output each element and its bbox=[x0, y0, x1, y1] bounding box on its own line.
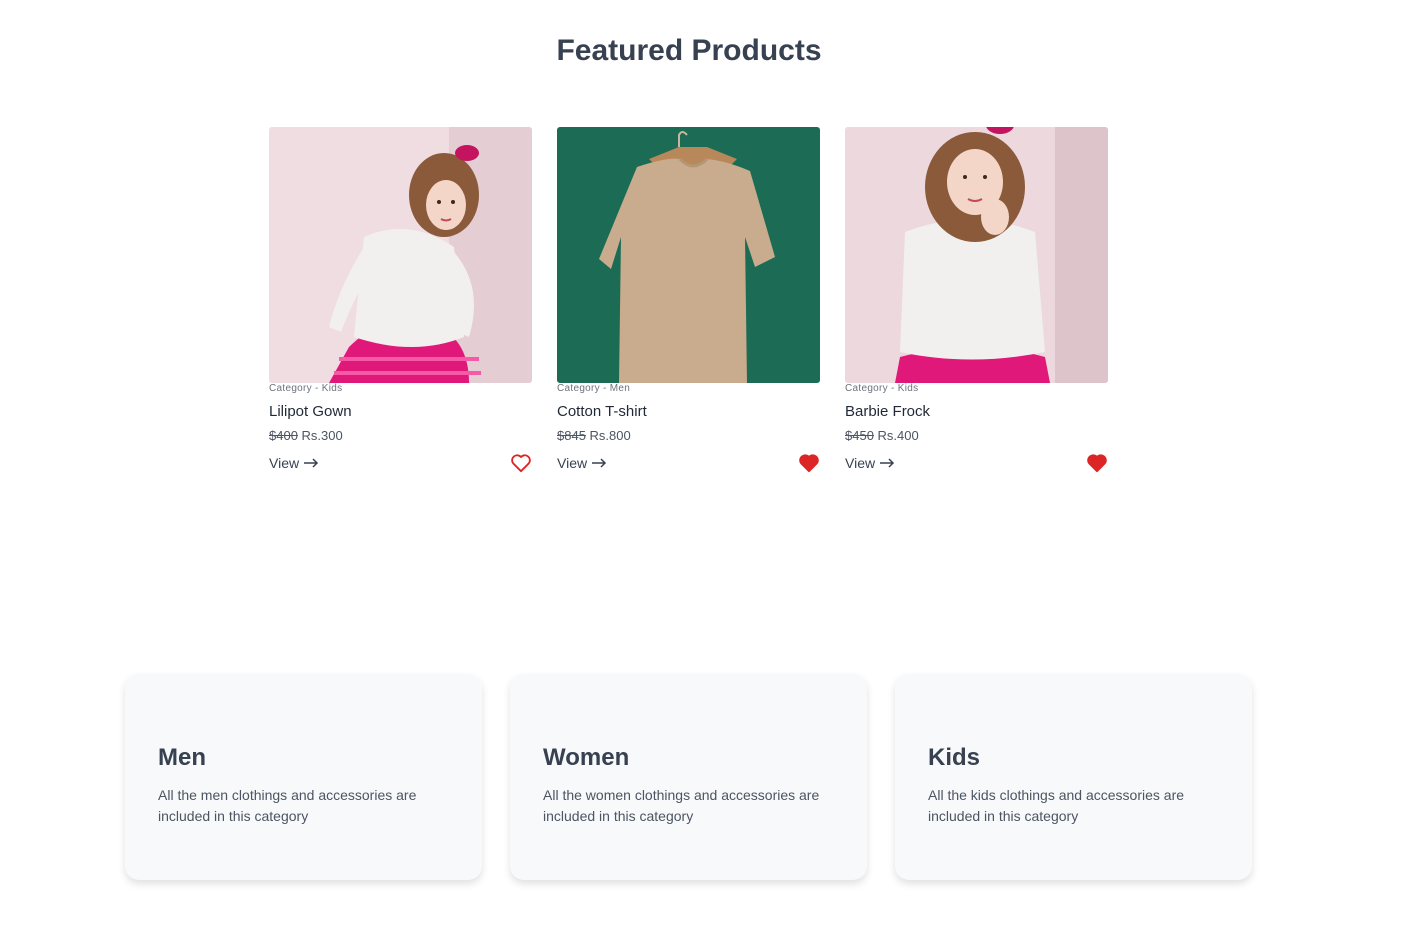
product-price: $845 Rs.800 bbox=[557, 428, 820, 444]
arrow-right-icon bbox=[592, 458, 607, 468]
product-price: $400 Rs.300 bbox=[269, 428, 532, 444]
original-price: $845 bbox=[557, 428, 586, 443]
product-price: $450 Rs.400 bbox=[845, 428, 1108, 444]
view-label: View bbox=[557, 455, 588, 471]
category-card-kids[interactable]: Kids All the kids clothings and accessor… bbox=[895, 674, 1252, 880]
category-description: All the men clothings and accessories ar… bbox=[158, 787, 417, 824]
product-category: Category - Kids bbox=[845, 383, 919, 394]
category-description: All the kids clothings and accessories a… bbox=[928, 787, 1185, 824]
product-actions: View bbox=[269, 453, 532, 473]
category-description: All the women clothings and accessories … bbox=[543, 787, 820, 824]
view-label: View bbox=[269, 455, 300, 471]
product-card: Category - Men Cotton T-shirt $845 Rs.80… bbox=[557, 127, 820, 473]
heart-outline-icon[interactable] bbox=[510, 453, 532, 473]
product-image-barbie-frock[interactable] bbox=[845, 127, 1108, 383]
category-card-women[interactable]: Women All the women clothings and access… bbox=[510, 674, 867, 880]
product-actions: View bbox=[845, 453, 1108, 473]
view-label: View bbox=[845, 455, 876, 471]
arrow-right-icon bbox=[880, 458, 895, 468]
product-card: Category - Kids Barbie Frock $450 Rs.400… bbox=[845, 127, 1108, 473]
view-link[interactable]: View bbox=[269, 455, 319, 471]
heart-filled-icon[interactable] bbox=[1086, 453, 1108, 473]
sale-price: Rs.400 bbox=[877, 428, 919, 443]
product-actions: View bbox=[557, 453, 820, 473]
category-card-men[interactable]: Men All the men clothings and accessorie… bbox=[125, 674, 482, 880]
category-title: Men bbox=[158, 744, 206, 771]
product-name: Lilipot Gown bbox=[269, 403, 352, 420]
view-link[interactable]: View bbox=[557, 455, 607, 471]
category-title: Kids bbox=[928, 744, 981, 771]
product-image-cotton-tshirt[interactable] bbox=[557, 127, 820, 383]
sale-price: Rs.800 bbox=[589, 428, 631, 443]
section-title: Featured Products bbox=[556, 34, 822, 67]
product-card: Category - Kids Lilipot Gown $400 Rs.300… bbox=[269, 127, 532, 473]
category-list: Men All the men clothings and accessorie… bbox=[125, 674, 1252, 880]
arrow-right-icon bbox=[304, 458, 319, 468]
heart-filled-icon[interactable] bbox=[798, 453, 820, 473]
original-price: $450 bbox=[845, 428, 874, 443]
original-price: $400 bbox=[269, 428, 298, 443]
product-category: Category - Kids bbox=[269, 383, 343, 394]
view-link[interactable]: View bbox=[845, 455, 895, 471]
category-title: Women bbox=[543, 744, 630, 771]
product-name: Barbie Frock bbox=[845, 403, 931, 420]
product-name: Cotton T-shirt bbox=[557, 403, 647, 420]
sale-price: Rs.300 bbox=[301, 428, 343, 443]
product-image-lilipot-gown[interactable] bbox=[269, 127, 532, 383]
product-grid: Category - Kids Lilipot Gown $400 Rs.300… bbox=[269, 127, 1108, 473]
product-category: Category - Men bbox=[557, 383, 631, 394]
